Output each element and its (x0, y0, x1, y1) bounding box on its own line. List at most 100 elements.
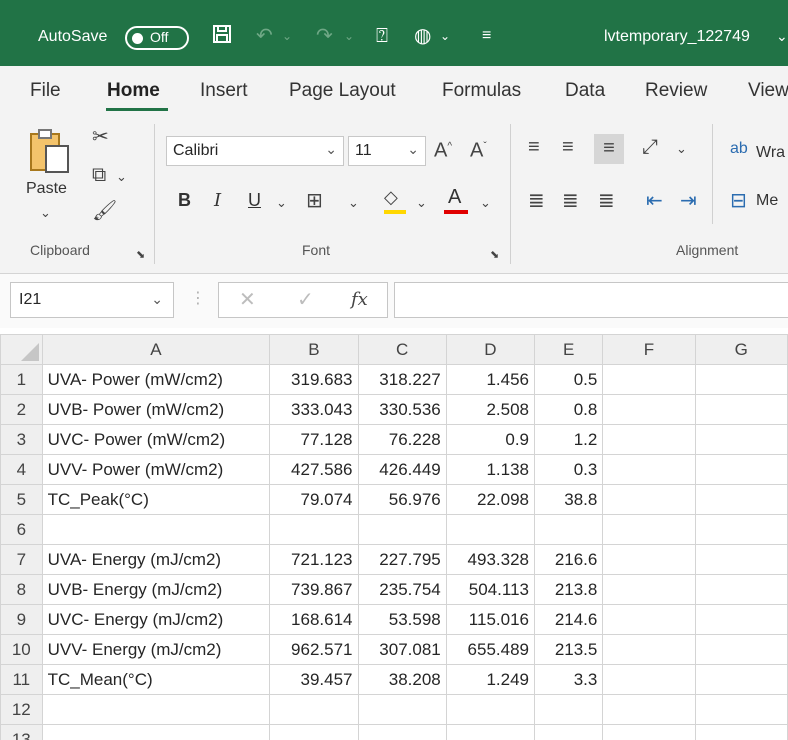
cell[interactable] (41, 724, 271, 740)
cell[interactable]: 213.5 (533, 634, 604, 665)
font-color-dropdown-icon[interactable]: ⌄ (480, 192, 491, 214)
column-header-g[interactable]: G (694, 334, 788, 365)
cell[interactable]: 115.016 (445, 604, 536, 635)
cell[interactable]: 77.128 (269, 424, 359, 455)
paste-icon[interactable] (28, 128, 72, 181)
bold-button[interactable]: B (178, 190, 191, 211)
orientation-dropdown-icon[interactable]: ⌄ (676, 138, 687, 160)
cell[interactable]: 426.449 (357, 454, 447, 485)
cell[interactable]: 319.683 (269, 364, 359, 395)
cell[interactable]: 227.795 (357, 544, 447, 575)
cell[interactable]: 38.208 (357, 664, 447, 695)
cell[interactable] (602, 364, 696, 395)
cell[interactable]: 79.074 (269, 484, 359, 515)
fill-color-dropdown-icon[interactable]: ⌄ (416, 192, 427, 214)
cell[interactable] (602, 634, 696, 665)
tab-view[interactable]: View (748, 80, 788, 102)
cell[interactable]: 216.6 (533, 544, 604, 575)
merge-center-icon[interactable]: ⊟ (730, 190, 747, 212)
cell[interactable]: TC_Mean(°C) (41, 664, 271, 695)
cell[interactable]: 427.586 (269, 454, 359, 485)
cell[interactable]: 38.8 (533, 484, 604, 515)
cell[interactable]: 235.754 (357, 574, 447, 605)
cell[interactable]: 1.249 (445, 664, 536, 695)
select-all-button[interactable] (0, 334, 43, 365)
cell[interactable] (602, 724, 696, 740)
tab-home[interactable]: Home (107, 80, 160, 102)
cell[interactable]: 56.976 (357, 484, 447, 515)
cell[interactable]: 0.3 (533, 454, 604, 485)
cell[interactable]: 330.536 (357, 394, 447, 425)
cell[interactable]: 39.457 (269, 664, 359, 695)
cell[interactable] (602, 604, 696, 635)
cell[interactable] (269, 514, 359, 545)
font-name-select[interactable]: Calibri ⌄ (166, 136, 344, 166)
format-painter-icon[interactable]: 🖌 (92, 200, 117, 222)
tab-review[interactable]: Review (645, 80, 707, 102)
cell[interactable] (694, 724, 788, 740)
row-header[interactable]: 5 (0, 484, 43, 515)
row-header[interactable]: 7 (0, 544, 43, 575)
cell[interactable]: UVB- Power (mW/cm2) (41, 394, 271, 425)
row-header[interactable]: 1 (0, 364, 43, 395)
cell[interactable] (602, 664, 696, 695)
touch-mode-icon[interactable]: ◍ (414, 24, 431, 48)
borders-icon[interactable]: ⊞ (306, 190, 323, 212)
align-right-icon[interactable]: ≣ (598, 190, 615, 212)
formula-input[interactable] (394, 282, 788, 318)
cell[interactable]: UVC- Power (mW/cm2) (41, 424, 271, 455)
cancel-icon[interactable]: ✕ (239, 287, 256, 312)
decrease-indent-icon[interactable]: ⇤ (646, 190, 663, 212)
cell[interactable] (694, 574, 788, 605)
cell[interactable] (445, 514, 536, 545)
cell[interactable]: 53.598 (357, 604, 447, 635)
cell[interactable]: 0.8 (533, 394, 604, 425)
cell[interactable] (357, 514, 447, 545)
row-header[interactable]: 13 (0, 724, 43, 740)
cell[interactable] (445, 694, 536, 725)
cell[interactable]: 493.328 (445, 544, 536, 575)
cell[interactable] (41, 514, 271, 545)
cell[interactable] (269, 724, 359, 740)
save-icon[interactable] (212, 24, 232, 50)
decrease-font-icon[interactable]: Aˇ (470, 136, 487, 162)
column-header-f[interactable]: F (602, 334, 696, 365)
borders-dropdown-icon[interactable]: ⌄ (348, 192, 359, 214)
cell[interactable] (533, 694, 604, 725)
underline-button[interactable]: U (248, 190, 261, 211)
row-header[interactable]: 3 (0, 424, 43, 455)
cell[interactable]: 1.2 (533, 424, 604, 455)
cell[interactable] (694, 364, 788, 395)
tab-file[interactable]: File (30, 80, 61, 102)
undo-dropdown-icon[interactable]: ⌄ (282, 24, 292, 48)
cell[interactable]: 2.508 (445, 394, 536, 425)
cell[interactable] (602, 694, 696, 725)
cell[interactable]: 504.113 (445, 574, 536, 605)
cell[interactable]: 962.571 (269, 634, 359, 665)
drag-handle-icon[interactable]: ⋮ (190, 288, 206, 308)
cell[interactable] (602, 484, 696, 515)
cell[interactable]: 0.9 (445, 424, 536, 455)
column-header-e[interactable]: E (533, 334, 604, 365)
paste-dropdown-icon[interactable]: ⌄ (40, 202, 51, 224)
cell[interactable]: UVC- Energy (mJ/cm2) (41, 604, 271, 635)
cell[interactable] (694, 394, 788, 425)
title-dropdown-icon[interactable]: ⌄ (776, 24, 788, 48)
increase-font-icon[interactable]: A^ (434, 136, 452, 162)
tab-formulas[interactable]: Formulas (442, 80, 521, 102)
cell[interactable]: 721.123 (269, 544, 359, 575)
increase-indent-icon[interactable]: ⇥ (680, 190, 697, 212)
font-size-select[interactable]: 11 ⌄ (348, 136, 426, 166)
autosave-toggle[interactable]: Off (125, 26, 189, 50)
column-header-a[interactable]: A (41, 334, 271, 365)
cell[interactable] (694, 484, 788, 515)
cell[interactable]: 307.081 (357, 634, 447, 665)
cell[interactable]: 333.043 (269, 394, 359, 425)
cell[interactable] (602, 544, 696, 575)
cell[interactable] (602, 454, 696, 485)
orientation-icon[interactable]: ⤢ (642, 136, 658, 158)
cell[interactable] (694, 634, 788, 665)
help-select-icon[interactable]: ⍰ (376, 24, 388, 48)
cell[interactable]: UVB- Energy (mJ/cm2) (41, 574, 271, 605)
cell[interactable]: 739.867 (269, 574, 359, 605)
